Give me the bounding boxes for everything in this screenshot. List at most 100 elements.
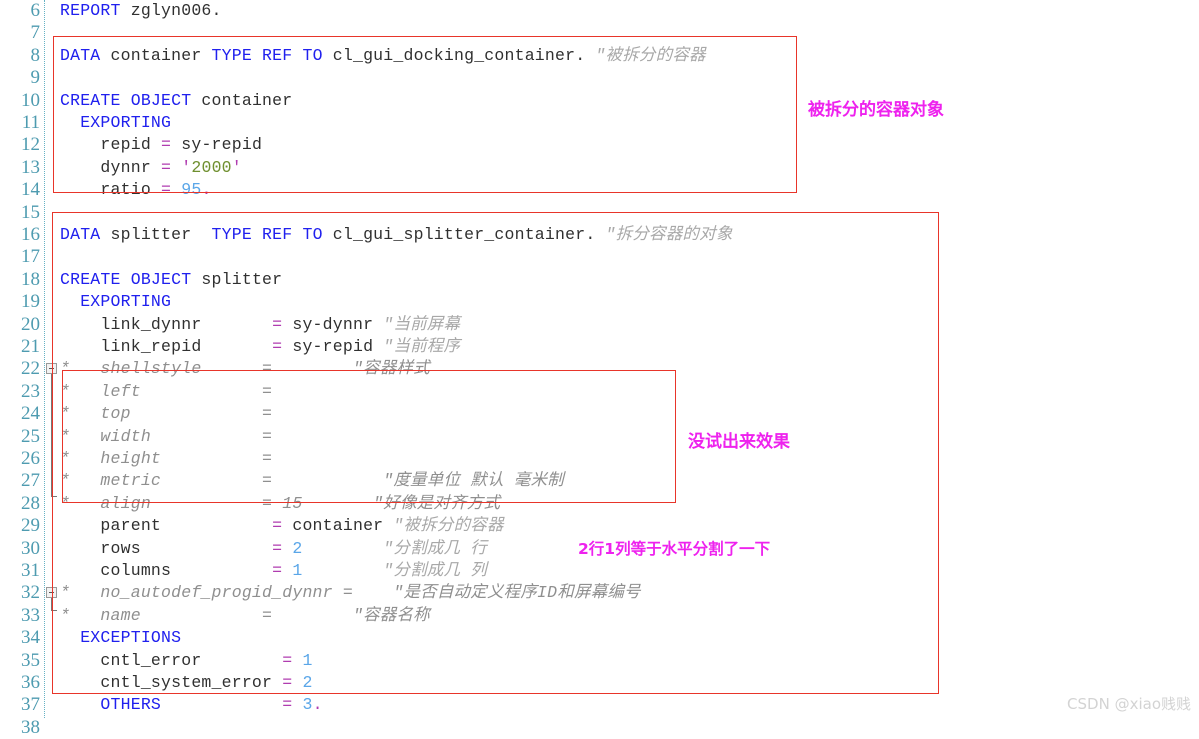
code-token: zglyn006.: [130, 1, 222, 20]
code-line[interactable]: 18 CREATE OBJECT splitter: [0, 269, 1199, 291]
code-line[interactable]: 33 * name = "容器名称: [0, 605, 1199, 627]
code-line[interactable]: 25 * width =: [0, 426, 1199, 448]
code-token: 2: [292, 538, 303, 558]
code-token: * left =: [60, 381, 273, 401]
code-line[interactable]: 28 * align = 15 "好像是对齐方式: [0, 493, 1199, 515]
line-number: 20: [21, 313, 40, 335]
code-token: link_repid: [60, 337, 273, 356]
code-token: EXCEPTIONS: [60, 628, 182, 648]
code-token: "拆分容器的对象: [605, 225, 733, 244]
code-line[interactable]: 22 * shellstyle = "容器样式: [0, 358, 1199, 380]
code-token: * metric = "度量单位 默认 毫米制: [60, 471, 564, 491]
code-token: * align = 15 "好像是对齐方式: [60, 493, 501, 513]
fold-stem-32-33: [51, 598, 52, 610]
line-number: 18: [21, 268, 40, 290]
code-token: link_dynnr: [60, 314, 273, 334]
line-number: 28: [21, 492, 40, 514]
line-content: DATA splitter TYPE REF TO cl_gui_splitte…: [60, 224, 733, 246]
line-number: 36: [21, 672, 40, 693]
code-line[interactable]: 31 columns = 1 "分割成几 列: [0, 560, 1199, 582]
code-line[interactable]: 32 * no_autodef_progid_dynnr = "是否自动定义程序I…: [0, 582, 1199, 604]
code-token: * no_autodef_progid_dynnr = "是否自动定义程序ID和…: [60, 583, 641, 603]
code-line[interactable]: 10 CREATE OBJECT container: [0, 90, 1199, 112]
line-content: parent = container "被拆分的容器: [60, 515, 504, 537]
code-line[interactable]: 7: [0, 22, 1199, 44]
code-editor[interactable]: 6 REPORT zglyn006. 7 8 DATA container TYPE R…: [0, 0, 1199, 738]
line-number: 29: [21, 515, 40, 537]
code-line[interactable]: 16 DATA splitter TYPE REF TO cl_gui_split…: [0, 224, 1199, 246]
line-number: 10: [21, 89, 40, 111]
code-line[interactable]: 37 OTHERS = 3.: [0, 694, 1199, 716]
code-line[interactable]: 19 EXPORTING: [0, 291, 1199, 313]
code-token: =: [272, 538, 283, 558]
code-line[interactable]: 17: [0, 246, 1199, 268]
line-number: 19: [21, 291, 40, 313]
code-token: 1: [302, 650, 313, 670]
line-number: 25: [21, 425, 40, 447]
line-number: 21: [21, 336, 40, 357]
line-content: DATA container TYPE REF TO cl_gui_dockin…: [60, 45, 706, 67]
code-line[interactable]: 38: [0, 717, 1199, 739]
code-line[interactable]: 23 * left =: [0, 381, 1199, 403]
code-line[interactable]: 12 repid = sy-repid: [0, 134, 1199, 156]
code-token: CREATE OBJECT: [60, 269, 192, 289]
line-content: link_repid = sy-repid "当前程序: [60, 336, 460, 358]
line-content: EXPORTING: [60, 112, 171, 134]
code-token: =: [161, 135, 172, 155]
code-line[interactable]: 35 cntl_error = 1: [0, 650, 1199, 672]
annotation-rows-columns: 2行1列等于水平分割了一下: [578, 540, 771, 558]
line-number: 15: [21, 201, 40, 223]
line-number: 6: [30, 0, 41, 21]
line-content: columns = 1 "分割成几 列: [60, 560, 487, 582]
line-number: 37: [21, 694, 40, 716]
code-token: cntl_system_error: [60, 673, 283, 692]
code-line[interactable]: 11 EXPORTING: [0, 112, 1199, 134]
line-content: * shellstyle = "容器样式: [60, 358, 430, 380]
line-number: 12: [21, 134, 40, 156]
code-line[interactable]: 13 dynnr = '2000': [0, 157, 1199, 179]
code-line[interactable]: 27 * metric = "度量单位 默认 毫米制: [0, 470, 1199, 492]
code-line[interactable]: 6 REPORT zglyn006.: [0, 0, 1199, 22]
line-content: dynnr = '2000': [60, 157, 242, 179]
line-number: 22: [21, 358, 40, 380]
code-line[interactable]: 8 DATA container TYPE REF TO cl_gui_docki…: [0, 45, 1199, 67]
code-line[interactable]: 20 link_dynnr = sy-dynnr "当前屏幕: [0, 314, 1199, 336]
code-line[interactable]: 26 * height =: [0, 448, 1199, 470]
code-line[interactable]: 36 cntl_system_error = 2: [0, 672, 1199, 694]
code-line[interactable]: 21 link_repid = sy-repid "当前程序: [0, 336, 1199, 358]
code-line[interactable]: 34 EXCEPTIONS: [0, 627, 1199, 649]
code-token: 3: [302, 695, 313, 715]
code-line[interactable]: 24 * top =: [0, 403, 1199, 425]
code-token: "被拆分的容器: [595, 45, 706, 65]
code-token: sy-dynnr: [282, 314, 384, 334]
code-token: =: [282, 695, 293, 715]
line-number: 38: [21, 716, 40, 738]
line-content: * top =: [60, 403, 272, 425]
code-token: 1: [292, 561, 303, 580]
fold-end-line28: [51, 496, 57, 497]
line-number: 23: [21, 380, 40, 402]
line-number: 27: [21, 470, 40, 492]
code-token: EXPORTING: [60, 113, 172, 132]
csdn-watermark: CSDN @xiao贱贱: [1067, 695, 1191, 713]
code-line[interactable]: 14 ratio = 95.: [0, 179, 1199, 201]
code-line[interactable]: 15: [0, 202, 1199, 224]
annotation-container-object: 被拆分的容器对象: [808, 100, 944, 120]
code-token: REPORT: [60, 1, 131, 20]
code-token: DATA: [60, 225, 101, 244]
fold-toggle-line22[interactable]: [46, 363, 57, 374]
line-content: ratio = 95.: [60, 179, 212, 201]
code-line[interactable]: 29 parent = container "被拆分的容器: [0, 515, 1199, 537]
line-content: * width =: [60, 426, 272, 448]
fold-toggle-line32[interactable]: [46, 587, 57, 598]
code-token: 95: [181, 180, 202, 200]
fold-stem-22-28: [51, 374, 52, 496]
code-token: =: [272, 516, 283, 536]
code-line[interactable]: 9: [0, 67, 1199, 89]
